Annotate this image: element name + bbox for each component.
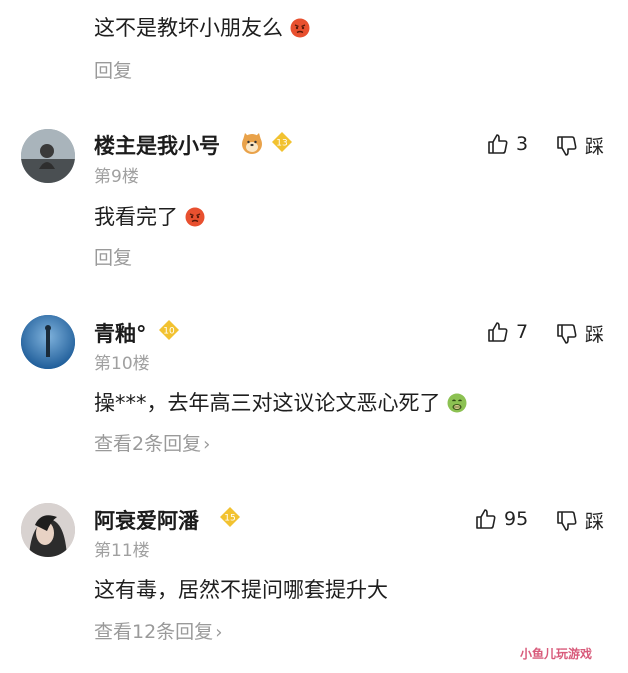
username[interactable]: 楼主是我小号 xyxy=(94,130,220,160)
like-button[interactable]: 7 xyxy=(486,320,528,344)
dislike-label: 踩 xyxy=(585,511,605,533)
diamond-level-icon: 13 xyxy=(272,132,292,152)
avatar[interactable] xyxy=(21,129,75,183)
username[interactable]: 阿衰爱阿潘 xyxy=(94,505,199,535)
level-badge: 10 xyxy=(158,319,180,345)
comment-text: 操***，去年高三对这议论文恶心死了 xyxy=(94,387,467,417)
svg-text:10: 10 xyxy=(163,327,175,337)
thumbs-down-icon xyxy=(557,135,577,156)
username[interactable]: 青釉° xyxy=(94,318,147,348)
level-badge: 15 xyxy=(219,506,241,532)
dislike-label: 踩 xyxy=(585,324,605,346)
avatar-image xyxy=(21,129,75,183)
thumbs-up-icon xyxy=(488,322,508,342)
reply-link[interactable]: 回复 xyxy=(94,56,132,83)
avatar[interactable] xyxy=(21,315,75,369)
floor-number: 第11楼 xyxy=(94,541,150,561)
chevron-right-icon: › xyxy=(203,434,211,455)
dislike-button[interactable]: 踩 xyxy=(555,320,604,347)
like-button[interactable]: 95 xyxy=(474,507,528,531)
thumbs-down-icon xyxy=(557,323,577,344)
view-replies-link[interactable]: 查看2条回复 › xyxy=(94,429,210,456)
nauseated-face-emoji-icon xyxy=(447,393,467,413)
floor-number: 第9楼 xyxy=(94,167,139,187)
diamond-level-icon: 15 xyxy=(220,507,240,527)
level-badge: 13 xyxy=(271,131,293,157)
like-count: 95 xyxy=(504,508,529,530)
dislike-label: 踩 xyxy=(585,136,605,158)
watermark: 小鱼儿玩游戏 xyxy=(520,647,593,661)
thumbs-up-icon xyxy=(476,509,496,529)
thumbs-up-icon xyxy=(488,134,508,154)
chevron-right-icon: › xyxy=(215,622,223,643)
svg-text:13: 13 xyxy=(276,139,287,149)
dislike-button[interactable]: 踩 xyxy=(555,132,604,159)
like-count: 3 xyxy=(516,133,529,155)
diamond-level-icon: 10 xyxy=(159,320,179,340)
comment-text: 这不是教坏小朋友么 xyxy=(94,12,310,42)
comment-text: 我看完了 xyxy=(94,201,205,231)
shiba-dog-emoji-icon xyxy=(242,133,262,154)
dislike-button[interactable]: 踩 xyxy=(555,507,604,534)
avatar-image xyxy=(21,503,75,557)
avatar-image xyxy=(21,315,75,369)
avatar[interactable] xyxy=(21,503,75,557)
floor-number: 第10楼 xyxy=(94,354,150,374)
view-replies-link[interactable]: 查看12条回复 › xyxy=(94,617,222,644)
thumbs-down-icon xyxy=(557,510,577,531)
like-count: 7 xyxy=(516,321,529,343)
svg-text:15: 15 xyxy=(224,514,235,524)
like-button[interactable]: 3 xyxy=(486,132,528,156)
angry-face-emoji-icon xyxy=(185,207,205,227)
comment-text: 这有毒，居然不提问哪套提升大 xyxy=(94,578,388,602)
angry-face-emoji-icon xyxy=(290,18,310,38)
reply-link[interactable]: 回复 xyxy=(94,243,132,270)
